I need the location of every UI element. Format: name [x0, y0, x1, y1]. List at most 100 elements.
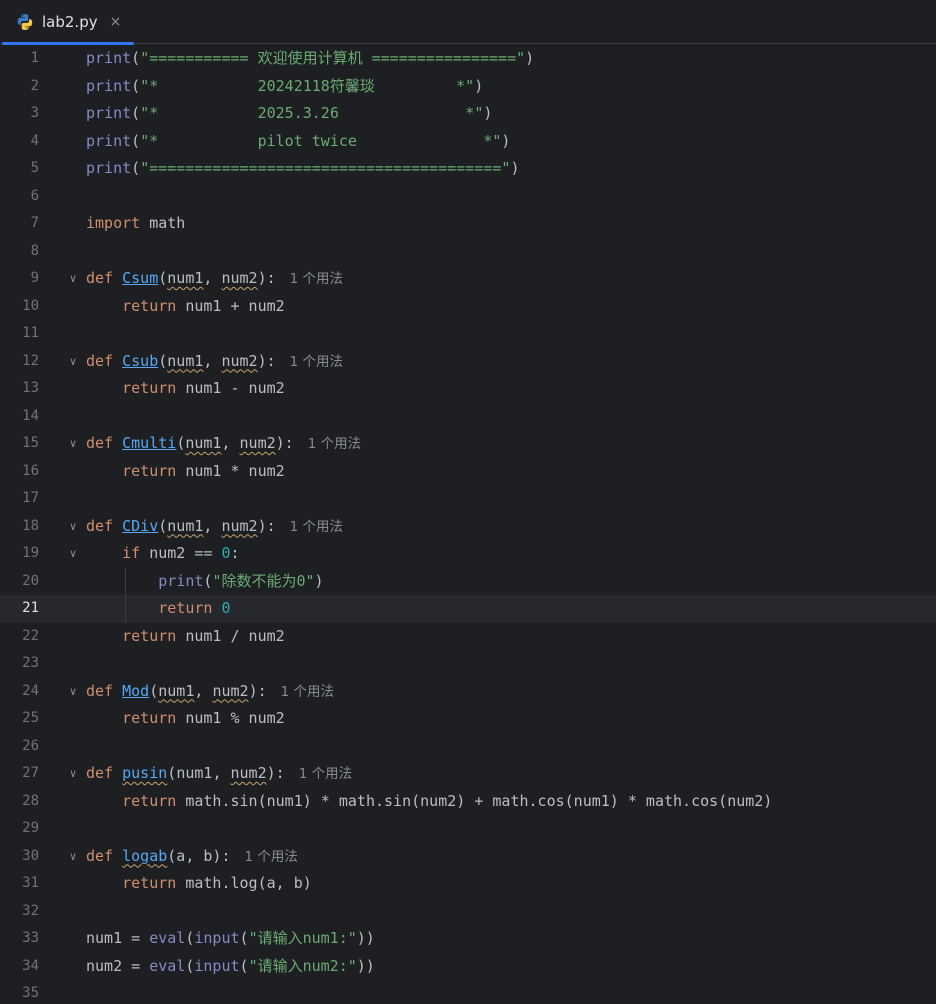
code-text: def logab(a, b): 1 个用法: [86, 843, 298, 872]
code-line[interactable]: 1 print("=========== 欢迎使用计算机 ============…: [0, 45, 936, 73]
usage-hint[interactable]: 1 个用法: [290, 519, 343, 535]
code-text: return math.sin(num1) * math.sin(num2) +…: [86, 788, 772, 816]
usage-hint[interactable]: 1 个用法: [299, 766, 352, 782]
usage-hint[interactable]: 1 个用法: [290, 271, 343, 287]
code-line[interactable]: 25 return num1 % num2: [0, 705, 936, 733]
code-line[interactable]: 6: [0, 183, 936, 211]
file-tab[interactable]: lab2.py ×: [0, 0, 134, 45]
code-token: Csub: [122, 351, 159, 370]
line-number: 12: [22, 352, 39, 369]
code-line[interactable]: 18 ∨ def CDiv(num1, num2): 1 个用法: [0, 513, 936, 541]
code-token: math: [140, 214, 186, 232]
code-line[interactable]: 27 ∨ def pusin(num1, num2): 1 个用法: [0, 760, 936, 788]
code-line[interactable]: 5 print("================================…: [0, 155, 936, 183]
code-line[interactable]: 24 ∨ def Mod(num1, num2): 1 个用法: [0, 678, 936, 706]
fold-chevron-icon[interactable]: ∨: [67, 843, 79, 871]
code-line[interactable]: 19 ∨ if num2 == 0:: [0, 540, 936, 568]
code-line[interactable]: 8: [0, 238, 936, 266]
code-line[interactable]: 3 print("* 2025.3.26 *"): [0, 100, 936, 128]
code-text: print("=========== 欢迎使用计算机 =============…: [86, 45, 534, 73]
code-line[interactable]: 17: [0, 485, 936, 513]
code-line[interactable]: 22 return num1 / num2: [0, 623, 936, 651]
code-token: (: [239, 929, 249, 947]
code-text: def Mod(num1, num2): 1 个用法: [86, 678, 334, 707]
code-token: ):: [257, 269, 276, 287]
code-line[interactable]: 16 return num1 * num2: [0, 458, 936, 486]
fold-chevron-icon[interactable]: ∨: [67, 540, 79, 568]
fold-chevron-icon[interactable]: ∨: [67, 265, 79, 293]
code-line[interactable]: 26: [0, 733, 936, 761]
usage-hint[interactable]: 1 个用法: [245, 849, 298, 865]
fold-chevron-icon[interactable]: ∨: [67, 430, 79, 458]
line-number: 21: [22, 600, 39, 616]
code-line[interactable]: 32: [0, 898, 936, 926]
code-line[interactable]: 4 print("* pilot twice *"): [0, 128, 936, 156]
line-number: 1: [30, 50, 39, 66]
code-line[interactable]: 13 return num1 - num2: [0, 375, 936, 403]
code-line[interactable]: 30 ∨ def logab(a, b): 1 个用法: [0, 843, 936, 871]
fold-chevron-icon[interactable]: ∨: [67, 760, 79, 788]
python-icon: [16, 13, 34, 31]
code-token: (: [167, 764, 177, 782]
line-number: 19: [22, 545, 39, 561]
code-line[interactable]: 10 return num1 + num2: [0, 293, 936, 321]
code-line[interactable]: 12 ∨ def Csub(num1, num2): 1 个用法: [0, 348, 936, 376]
code-token: (: [239, 956, 249, 975]
code-line[interactable]: 20 print("除数不能为0"): [0, 567, 936, 595]
code-token: def: [86, 516, 114, 535]
code-token: def: [86, 351, 114, 370]
usage-hint[interactable]: 1 个用法: [281, 684, 334, 700]
line-number: 24: [22, 682, 39, 699]
code-token: def: [86, 846, 114, 865]
line-number: 3: [30, 105, 39, 121]
code-editor[interactable]: 1 print("=========== 欢迎使用计算机 ============…: [0, 45, 936, 1004]
code-line[interactable]: 21 return 0: [0, 595, 936, 623]
code-text: num1 = eval(input("请输入num1:")): [86, 925, 375, 953]
close-icon[interactable]: ×: [110, 14, 122, 30]
code-token: print: [86, 104, 132, 122]
code-line[interactable]: 11: [0, 320, 936, 348]
code-token: num1: [167, 516, 204, 535]
code-line[interactable]: 34 num2 = eval(input("请输入num2:")): [0, 953, 936, 981]
code-line[interactable]: 28 return math.sin(num1) * math.sin(num2…: [0, 788, 936, 816]
code-token: print: [86, 159, 132, 177]
code-line[interactable]: 33 num1 = eval(input("请输入num1:")): [0, 925, 936, 953]
code-line[interactable]: 31 return math.log(a, b): [0, 870, 936, 898]
code-line[interactable]: 2 print("* 20242118符馨琰 *"): [0, 73, 936, 101]
fold-chevron-icon[interactable]: ∨: [67, 513, 79, 541]
code-token: "* pilot twice *": [140, 131, 502, 150]
fold-chevron-icon[interactable]: ∨: [67, 678, 79, 706]
code-token: "请输入num1:": [248, 929, 357, 947]
code-token: num1 * num2: [176, 461, 285, 480]
code-token: return: [122, 296, 177, 315]
usage-hint[interactable]: 1 个用法: [290, 354, 343, 370]
fold-chevron-icon[interactable]: ∨: [67, 348, 79, 376]
code-token: ): [501, 131, 511, 150]
code-line[interactable]: 29: [0, 815, 936, 843]
code-text: print("* 2025.3.26 *"): [86, 100, 492, 128]
code-line[interactable]: 14: [0, 403, 936, 431]
line-number: 13: [22, 380, 39, 396]
code-text: num2 = eval(input("请输入num2:")): [86, 953, 375, 981]
code-token: eval: [149, 956, 186, 975]
code-line[interactable]: 23: [0, 650, 936, 678]
code-line[interactable]: 7 import math: [0, 210, 936, 238]
line-number: 33: [22, 930, 39, 946]
code-line[interactable]: 35: [0, 980, 936, 1004]
line-number: 23: [22, 655, 39, 671]
usage-hint[interactable]: 1 个用法: [308, 436, 361, 452]
code-line[interactable]: 15 ∨ def Cmulti(num1, num2): 1 个用法: [0, 430, 936, 458]
line-number: 31: [22, 875, 39, 891]
code-token: if: [122, 544, 141, 562]
code-line[interactable]: 9 ∨ def Csum(num1, num2): 1 个用法: [0, 265, 936, 293]
code-token: ): [474, 76, 484, 95]
